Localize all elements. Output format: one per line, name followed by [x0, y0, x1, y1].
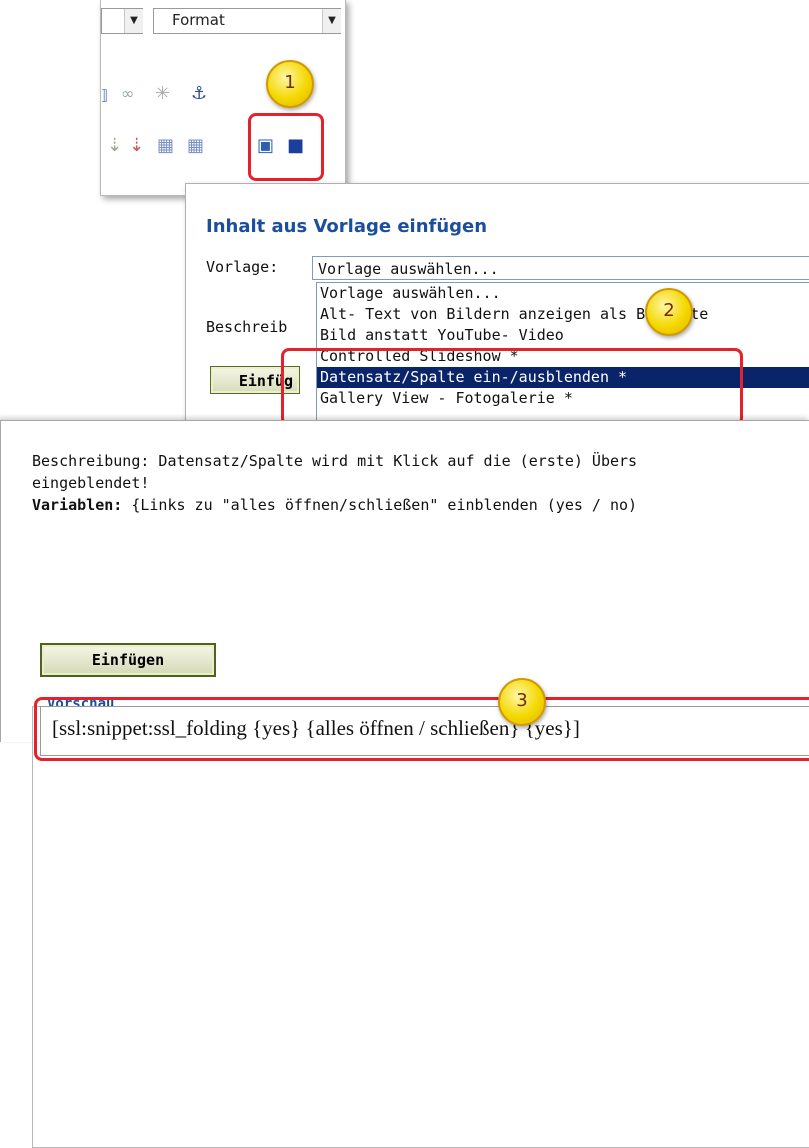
table-props-icon[interactable]: ▦: [187, 136, 204, 156]
link-icon[interactable]: ∞: [121, 84, 134, 104]
description-text: Beschreibung: Datensatz/Spalte wird mit …: [32, 450, 637, 516]
first-combo[interactable]: ▼: [101, 8, 143, 34]
highlight-selected-option: [281, 348, 743, 426]
variablen-text: {Links zu "alles öffnen/schließen" einbl…: [122, 496, 638, 514]
variablen-label: Variablen:: [32, 496, 123, 514]
variablen-line: Variablen: {Links zu "alles öffnen/schli…: [32, 494, 637, 516]
dropdown-option[interactable]: Alt- Text von Bildern anzeigen als Bildu…: [317, 304, 809, 325]
beschreibung-line-2: eingeblendet!: [32, 474, 150, 492]
format-combo-label: Format: [172, 11, 225, 29]
callout-badge-1: 1: [266, 60, 314, 108]
dropdown-option[interactable]: Vorlage auswählen...: [317, 283, 809, 304]
table-icon[interactable]: ▦: [157, 136, 174, 156]
callout-badge-2: 2: [645, 288, 693, 336]
highlight-snippet: [34, 697, 809, 761]
dialog-title: Inhalt aus Vorlage einfügen: [206, 216, 488, 237]
anchor-icon[interactable]: ⚓: [191, 84, 207, 104]
chevron-down-icon[interactable]: ▼: [322, 9, 341, 33]
vorlage-label: Vorlage:: [206, 258, 279, 276]
chevron-down-icon[interactable]: ▼: [124, 9, 143, 33]
insert-row-icon[interactable]: ⇣: [107, 136, 122, 156]
unlink-icon[interactable]: ✳: [155, 84, 170, 104]
vorschau-fieldset: [32, 706, 809, 1148]
link-fragment-icon[interactable]: ⟧: [101, 86, 108, 106]
highlight-template-button: [248, 113, 324, 181]
beschreibung-line-1: Beschreibung: Datensatz/Spalte wird mit …: [32, 452, 638, 470]
callout-badge-3: 3: [498, 678, 546, 726]
beschreibung-label: Beschreib: [206, 318, 288, 336]
format-combo[interactable]: Format ▼: [153, 8, 341, 34]
dropdown-option[interactable]: Bild anstatt YouTube- Video: [317, 325, 809, 346]
einfuegen-button[interactable]: Einfügen: [40, 643, 216, 677]
delete-row-icon[interactable]: ⇣: [129, 136, 144, 156]
vorlage-select[interactable]: Vorlage auswählen...: [312, 256, 809, 280]
